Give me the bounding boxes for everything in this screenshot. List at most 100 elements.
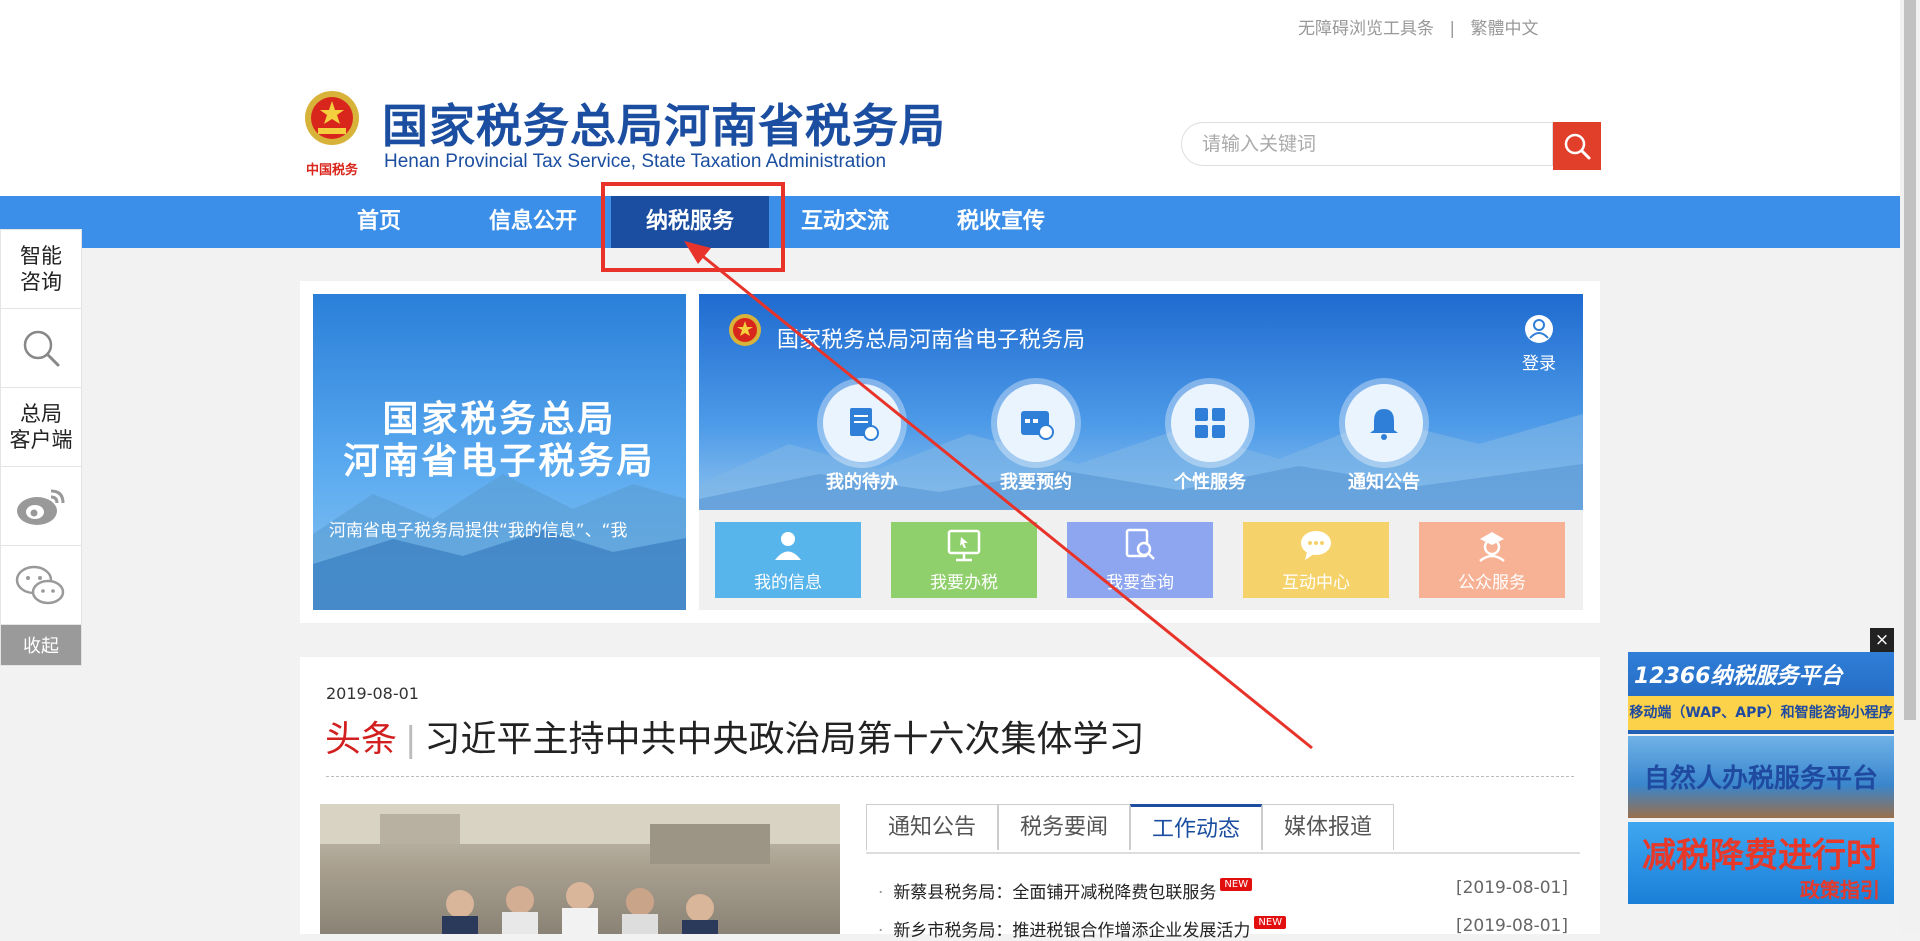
wechat-icon [15, 565, 65, 605]
headline-divider: | [405, 720, 417, 760]
traditional-chinese-link[interactable]: 繁體中文 [1471, 19, 1539, 39]
headline-text: 习近平主持中共中央政治局第十六次集体学习 [424, 719, 1145, 760]
headline-divider-line [326, 776, 1574, 777]
smart-consult-button[interactable]: 智能 咨询 [1, 230, 81, 309]
etax-banner[interactable]: 国家税务总局 河南省电子税务局 河南省电子税务局提供“我的信息”、“我 [313, 294, 686, 610]
notice-button[interactable]: 通知公告 [1319, 384, 1449, 494]
wechat-button[interactable] [1, 546, 81, 625]
calendar-icon [1021, 411, 1054, 440]
emblem-text: 中国税务 [306, 162, 359, 178]
tile-interaction[interactable]: 互动中心 [1243, 522, 1389, 598]
banner-title-line-1: 国家税务总局 [382, 399, 617, 440]
nav-info-disclosure[interactable]: 信息公开 [470, 196, 596, 248]
client-label-1: 总局 [20, 402, 62, 426]
headline-tag: 头条 [325, 719, 398, 760]
tile-my-info-label: 我的信息 [754, 573, 822, 593]
sidebar-collapse-button[interactable]: 收起 [1, 625, 81, 665]
new-badge: NEW [1220, 878, 1253, 891]
search-button[interactable] [1553, 122, 1601, 170]
news-list-item[interactable]: · 新乡市税务局：推进税银合作增添企业发展活力 NEW [2019-08-01] [878, 916, 1568, 941]
appointment-button[interactable]: 我要预约 [971, 384, 1101, 494]
my-todo-button[interactable]: 我的待办 [797, 384, 927, 494]
banner-title-line-2: 河南省电子税务局 [343, 441, 656, 482]
my-todo-label: 我的待办 [826, 472, 898, 493]
tile-public-service[interactable]: 公众服务 [1419, 522, 1565, 598]
left-sidebar: 智能 咨询 总局 客户端 收起 [0, 229, 82, 666]
user-icon [1525, 315, 1553, 343]
main-nav: 首页 信息公开 纳税服务 互动交流 税收宣传 [0, 196, 1900, 248]
ad-individual-tax-platform[interactable]: 自然人办税服务平台 [1628, 736, 1894, 818]
headline-date: 2019-08-01 [326, 684, 419, 703]
scrollbar-thumb[interactable] [1904, 0, 1916, 720]
notice-label: 通知公告 [1348, 472, 1420, 493]
banner-scroll-text: 河南省电子税务局提供“我的信息”、“我 [329, 521, 628, 541]
nav-home[interactable]: 首页 [334, 196, 424, 248]
personalized-service-label: 个性服务 [1174, 472, 1246, 493]
tab-notices[interactable]: 通知公告 [866, 804, 998, 850]
sidebar-search-button[interactable] [1, 309, 81, 388]
ad1-title: 12366纳税服务平台 [1634, 664, 1843, 689]
ad-12366-platform[interactable]: 12366纳税服务平台 移动端（WAP、APP）和智能咨询小程序 [1628, 652, 1894, 734]
ad-close-button[interactable]: × [1870, 628, 1894, 652]
login-label: 登录 [1522, 354, 1556, 374]
appointment-label: 我要预约 [1000, 472, 1072, 493]
service-person-icon [1479, 532, 1505, 562]
ad3-subtitle: 政策指引 [1800, 878, 1880, 902]
personalized-service-button[interactable]: 个性服务 [1145, 384, 1275, 494]
tile-query-label: 我要查询 [1106, 573, 1174, 593]
site-logo[interactable]: 中国税务 国家税务总局河南省税务局 Henan Provincial Tax S… [300, 84, 980, 184]
accessibility-link[interactable]: 无障碍浏览工具条 [1298, 19, 1434, 39]
bullet-icon: · [878, 921, 884, 941]
smart-consult-label-2: 咨询 [20, 270, 62, 294]
tile-query[interactable]: 我要查询 [1067, 522, 1213, 598]
tax-emblem-icon: 中国税务 [305, 91, 359, 178]
magnifier-icon [23, 330, 60, 367]
top-links: 无障碍浏览工具条 | 繁體中文 [1298, 14, 1539, 39]
client-label-2: 客户端 [9, 428, 73, 452]
site-subtitle: Henan Provincial Tax Service, State Taxa… [384, 151, 887, 172]
search-icon [1564, 133, 1591, 160]
tab-media-reports[interactable]: 媒体报道 [1262, 804, 1394, 850]
todo-document-icon [850, 408, 879, 441]
tile-public-service-label: 公众服务 [1458, 573, 1526, 593]
smart-consult-label-1: 智能 [20, 244, 62, 268]
weibo-button[interactable] [1, 467, 81, 546]
client-app-button[interactable]: 总局 客户端 [1, 388, 81, 467]
news-date: [2019-08-01] [1455, 916, 1568, 936]
bell-icon [1370, 409, 1398, 440]
ad2-title: 自然人办税服务平台 [1643, 764, 1878, 794]
search-input[interactable] [1181, 122, 1553, 166]
etax-portal: 国家税务总局河南省电子税务局 登录 我的待办 我要预约 个性服务 通知公告 [699, 294, 1583, 510]
news-tabs: 通知公告 税务要闻 工作动态 媒体报道 [866, 804, 1580, 854]
etax-emblem-icon [729, 314, 761, 346]
tab-work-updates[interactable]: 工作动态 [1130, 804, 1262, 850]
document-search-icon [1125, 528, 1155, 560]
tile-interaction-label: 互动中心 [1282, 573, 1350, 593]
nav-tax-publicity[interactable]: 税收宣传 [938, 196, 1064, 248]
news-title: 新乡市税务局：推进税银合作增添企业发展活力 [893, 921, 1251, 941]
chat-bubble-icon [1301, 531, 1331, 560]
etax-title: 国家税务总局河南省电子税务局 [777, 328, 1086, 353]
vertical-scrollbar[interactable] [1900, 0, 1920, 934]
banner-title: 国家税务总局 河南省电子税务局 [313, 399, 686, 483]
tab-tax-news[interactable]: 税务要闻 [998, 804, 1130, 850]
tile-file-tax[interactable]: 我要办税 [891, 522, 1037, 598]
top-links-separator: | [1449, 19, 1456, 39]
news-list-item[interactable]: · 新蔡县税务局：全面铺开减税降费包联服务 NEW [2019-08-01] [878, 878, 1568, 903]
news-title: 新蔡县税务局：全面铺开减税降费包联服务 [893, 883, 1217, 903]
monitor-icon [947, 529, 981, 562]
new-badge: NEW [1254, 916, 1287, 929]
site-title: 国家税务总局河南省税务局 [382, 99, 946, 153]
headline[interactable]: 头条 | 习近平主持中共中央政治局第十六次集体学习 [325, 710, 1145, 762]
nav-interaction[interactable]: 互动交流 [782, 196, 908, 248]
search-box [1181, 122, 1601, 170]
tile-my-info[interactable]: 我的信息 [715, 522, 861, 598]
etax-tiles: 我的信息 我要办税 我要查询 互动中心 公众服务 [699, 510, 1583, 610]
news-photo[interactable] [320, 804, 840, 934]
person-icon [775, 532, 801, 560]
grid-icon [1195, 408, 1225, 438]
ad3-title: 减税降费进行时 [1642, 836, 1880, 876]
login-button[interactable]: 登录 [1517, 314, 1561, 374]
news-date: [2019-08-01] [1455, 878, 1568, 898]
ad-tax-reduction[interactable]: 减税降费进行时 政策指引 [1628, 822, 1894, 904]
